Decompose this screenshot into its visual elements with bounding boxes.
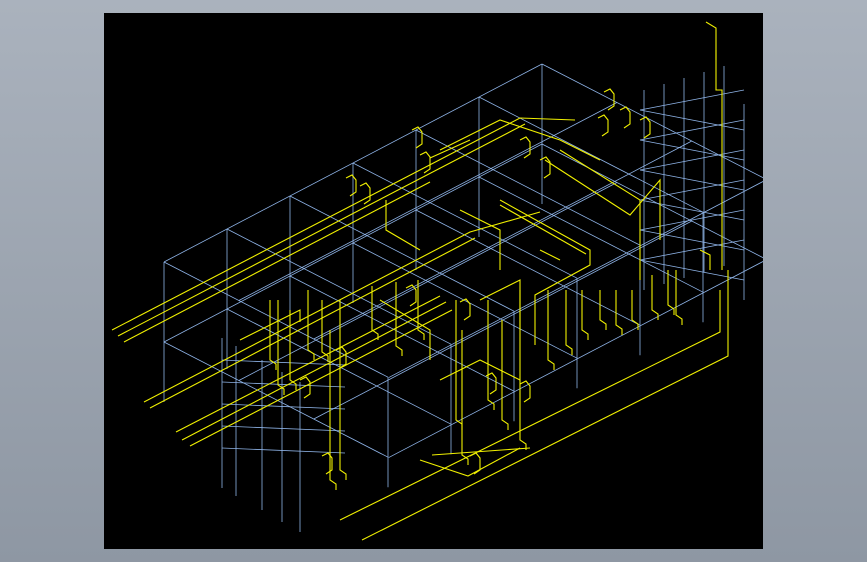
pipe-run	[189, 309, 453, 447]
frame-beam	[221, 381, 346, 388]
structural-grid-frame	[163, 63, 763, 532]
pipe-run	[565, 290, 573, 355]
pipe-run	[651, 275, 659, 320]
frame-beam	[639, 139, 745, 161]
pipe-run	[431, 447, 531, 456]
frame-beam	[238, 102, 618, 301]
frame-beam	[221, 403, 346, 410]
pipe-run	[459, 209, 501, 270]
pipe-run	[419, 151, 431, 174]
frame-beam	[221, 425, 346, 432]
frame-beam	[388, 181, 763, 378]
pipe-wireframe-drawing	[111, 21, 763, 541]
pipe-run	[699, 249, 711, 270]
pipe-run	[345, 174, 357, 197]
pipe-run	[619, 106, 631, 129]
pipe-segment	[539, 249, 561, 261]
pipe-run	[339, 290, 721, 521]
cad-viewport[interactable]	[104, 13, 763, 549]
frame-beam	[313, 220, 692, 420]
pipe-run	[455, 300, 463, 430]
pipe-run	[599, 290, 607, 330]
pipe-run	[544, 159, 661, 240]
pipe-run	[631, 290, 639, 330]
pipe-run	[547, 290, 555, 370]
frame-beam	[639, 89, 745, 111]
frame-beam	[313, 140, 692, 340]
frame-beam	[163, 341, 389, 458]
frame-beam	[639, 169, 745, 191]
pipe-run	[461, 330, 469, 465]
frame-beam	[221, 447, 346, 454]
pipe-run	[499, 199, 591, 345]
pipe-run	[371, 286, 379, 340]
pipe-run	[385, 200, 421, 251]
pipe-run	[675, 270, 683, 325]
frame-beam	[639, 109, 745, 131]
pipe-run	[559, 149, 641, 280]
frame-beam	[639, 209, 745, 231]
pipe-run	[519, 290, 527, 450]
pipe-run	[597, 114, 609, 137]
pipe-run	[581, 290, 589, 340]
frame-beam	[639, 199, 745, 221]
frame-beam	[388, 261, 763, 458]
pipe-run	[299, 376, 311, 399]
frame-beam	[639, 119, 745, 141]
frame-beam	[478, 96, 704, 213]
pipe-run	[469, 452, 481, 475]
pipe-run	[289, 310, 297, 390]
pipe-network	[111, 21, 729, 541]
pipe-run	[499, 204, 587, 255]
pipe-run	[615, 290, 623, 335]
pipe-run	[459, 298, 471, 321]
pipe-run	[277, 300, 285, 395]
pipe-run	[361, 270, 729, 541]
frame-beam	[639, 179, 745, 201]
pipe-run	[123, 181, 431, 343]
pipe-run	[639, 116, 651, 139]
pipe-run	[417, 280, 425, 340]
pipe-run	[519, 380, 531, 403]
pipe-run	[379, 299, 431, 360]
pipe-run	[439, 359, 521, 381]
frame-beam	[639, 239, 745, 261]
pipe-run	[501, 320, 509, 430]
